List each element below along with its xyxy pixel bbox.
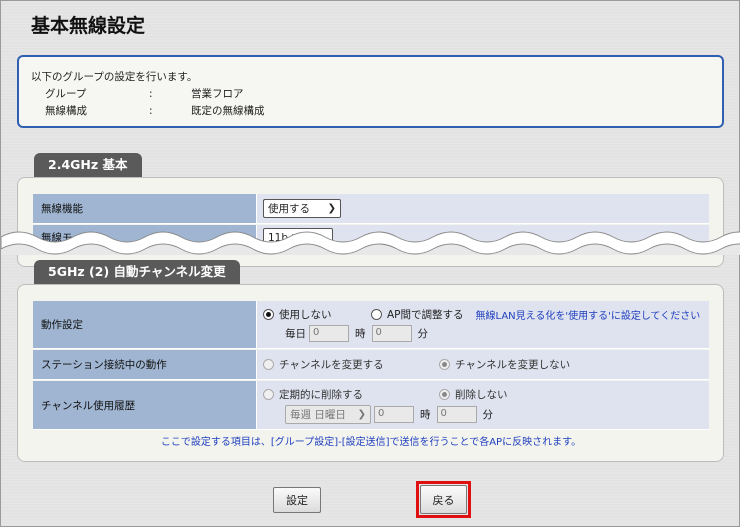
chevron-down-icon: ❯ xyxy=(357,408,366,420)
history-label: チャンネル使用履歴 xyxy=(33,381,256,430)
operation-label: 動作設定 xyxy=(33,301,256,349)
page-title: 基本無線設定 xyxy=(31,15,146,37)
info-key: 無線構成 xyxy=(45,105,87,117)
info-sep: : xyxy=(149,105,153,117)
minute-unit: 分 xyxy=(417,328,429,340)
history-cell: 定期的に削除する 削除しない 毎週 日曜日 ❯ 0 時 0 分 xyxy=(256,381,709,430)
highlight-frame xyxy=(416,481,471,518)
radio-periodic-delete[interactable] xyxy=(263,388,274,400)
opt-change-label: チャンネルを変更する xyxy=(279,359,384,371)
row-wireless-function: 無線機能 使用する ❯ xyxy=(33,194,709,224)
operation-note: 無線LAN見える化を'使用する'に設定してください xyxy=(475,311,701,322)
hour-unit: 時 xyxy=(355,328,366,340)
hour-unit: 時 xyxy=(420,408,431,421)
opt-nodelete-label: 削除しない xyxy=(455,388,508,401)
group-info-box: 以下のグループの設定を行います。 グループ : 営業フロア 無線構成 : 既定の… xyxy=(17,55,724,128)
info-sep: : xyxy=(149,88,153,100)
history-week-select[interactable]: 毎週 日曜日 ❯ xyxy=(285,404,371,424)
info-key: グループ xyxy=(45,88,87,100)
section-tab-5ghz: 5GHz (2) 自動チャンネル変更 xyxy=(34,260,240,284)
opt-unused-label: 使用しない xyxy=(279,309,332,321)
operation-minute-input[interactable]: 0 xyxy=(371,325,412,342)
info-value: 既定の無線構成 xyxy=(191,105,265,117)
opt-periodic-label: 定期的に削除する xyxy=(279,388,363,401)
page-break-wave xyxy=(1,231,740,255)
operation-cell: 使用しない AP間で調整する 無線LAN見える化を'使用する'に設定してください… xyxy=(256,301,709,349)
info-value: 営業フロア xyxy=(191,88,244,100)
radio-unused[interactable] xyxy=(263,309,274,320)
operation-hour-input[interactable]: 0 xyxy=(309,325,349,342)
station-label: ステーション接続中の動作 xyxy=(33,350,256,380)
radio-ap-adjust[interactable] xyxy=(371,309,382,320)
wireless-function-label: 無線機能 xyxy=(33,194,256,224)
wireless-function-value: 使用する xyxy=(268,203,310,215)
wireless-function-select[interactable]: 使用する ❯ xyxy=(263,199,341,218)
history-hour-input[interactable]: 0 xyxy=(374,405,414,423)
history-minute-input[interactable]: 0 xyxy=(436,405,477,423)
minute-unit: 分 xyxy=(482,408,494,421)
radio-no-change-channel[interactable] xyxy=(439,359,450,370)
row-operation: 動作設定 使用しない AP間で調整する 無線LAN見える化を'使用する'に設定し… xyxy=(33,301,709,349)
opt-ap-label: AP間で調整する xyxy=(387,309,464,321)
wireless-function-cell: 使用する ❯ xyxy=(256,194,709,224)
radio-no-delete[interactable] xyxy=(439,388,450,400)
history-week-value: 毎週 日曜日 xyxy=(290,408,346,421)
footnote: ここで設定する項目は、[グループ設定]-[設定送信]で送信を行うことで各APに反… xyxy=(160,437,582,448)
daily-label: 毎日 xyxy=(285,328,306,340)
info-row-config: 無線構成 : 既定の無線構成 xyxy=(31,103,722,120)
chevron-down-icon: ❯ xyxy=(327,203,336,214)
row-station: ステーション接続中の動作 チャンネルを変更する チャンネルを変更しない xyxy=(33,350,709,380)
radio-change-channel[interactable] xyxy=(263,359,274,370)
row-history: チャンネル使用履歴 定期的に削除する 削除しない 毎週 日曜日 ❯ 0 時 0 … xyxy=(33,381,709,430)
save-button[interactable]: 設定 xyxy=(273,487,321,513)
opt-nochange-label: チャンネルを変更しない xyxy=(455,359,571,371)
info-row-group: グループ : 営業フロア xyxy=(31,86,722,103)
station-cell: チャンネルを変更する チャンネルを変更しない xyxy=(256,350,709,380)
section-tab-24ghz: 2.4GHz 基本 xyxy=(34,153,142,177)
info-intro: 以下のグループの設定を行います。 xyxy=(31,71,198,83)
